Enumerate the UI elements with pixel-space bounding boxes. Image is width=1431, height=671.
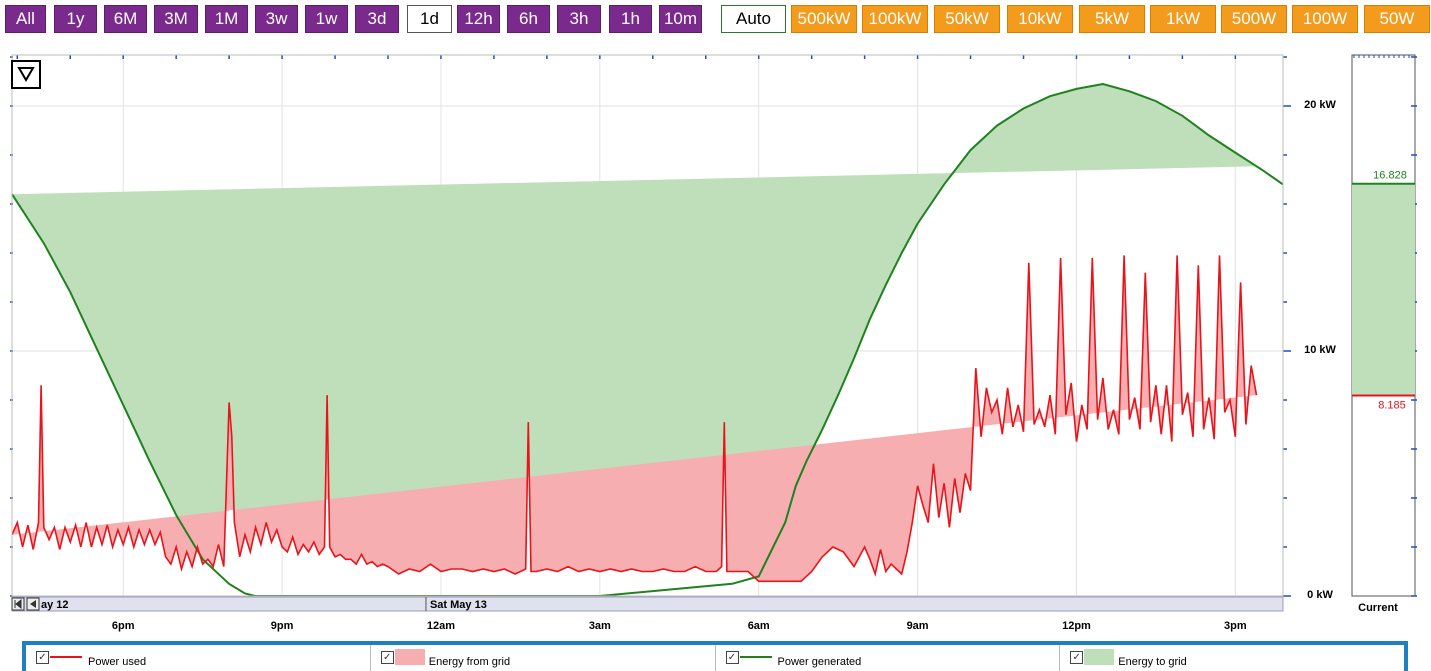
legend-label: Energy from grid (428, 656, 511, 668)
legend-item-power-generated[interactable]: ✓ Power generated (716, 645, 1061, 671)
legend-label: Power generated (777, 656, 862, 668)
nav-date-left: ay 12 (41, 599, 69, 611)
checkbox-icon[interactable]: ✓ (725, 651, 739, 664)
nav-date-right: Sat May 13 (430, 599, 487, 611)
x-tick-label: 9am (907, 620, 929, 632)
x-tick-label: 12pm (1062, 620, 1091, 632)
legend-item-energy-to-grid[interactable]: ✓ Energy to grid (1060, 645, 1404, 671)
legend-label: Power used (88, 656, 147, 668)
nav-bar (11, 596, 1284, 612)
checkbox-icon[interactable]: ✓ (380, 651, 394, 664)
legend-item-power-used[interactable]: ✓ Power used (26, 645, 371, 671)
current-to-grid-bar (1352, 183, 1415, 396)
legend-label: Energy to grid (1118, 656, 1187, 668)
x-tick-label: 3am (589, 620, 611, 632)
power-chart: 0 kW 10 kW 20 kW ay 12 Sat May 13 6pm 9pm 12am 3… (10, 54, 1417, 632)
x-tick-label: 9pm (271, 620, 294, 632)
legend-swatch (394, 649, 425, 665)
x-tick-label: 6pm (112, 620, 135, 632)
y-tick-label: 10 kW (1304, 344, 1336, 356)
legend-swatch (1084, 649, 1115, 665)
current-label: Current (1358, 602, 1398, 614)
checkbox-icon[interactable]: ✓ (1070, 651, 1084, 664)
legend-swatch (739, 656, 772, 658)
legend-swatch (50, 656, 82, 658)
current-used-value: 8.185 (1378, 399, 1406, 411)
legend-item-energy-from-grid[interactable]: ✓ Energy from grid (371, 645, 716, 671)
x-tick-label: 3pm (1224, 620, 1247, 632)
legend: ✓ Power used ✓ Energy from grid ✓ Power gener… (22, 641, 1408, 671)
y-tick-label: 0 kW (1307, 589, 1333, 601)
x-tick-label: 6am (748, 620, 770, 632)
triangle-down-menu-icon[interactable] (11, 60, 41, 89)
y-tick-label: 20 kW (1304, 99, 1336, 111)
checkbox-icon[interactable]: ✓ (36, 651, 49, 664)
current-generated-value: 16.828 (1373, 170, 1407, 182)
x-tick-label: 12am (427, 620, 455, 632)
